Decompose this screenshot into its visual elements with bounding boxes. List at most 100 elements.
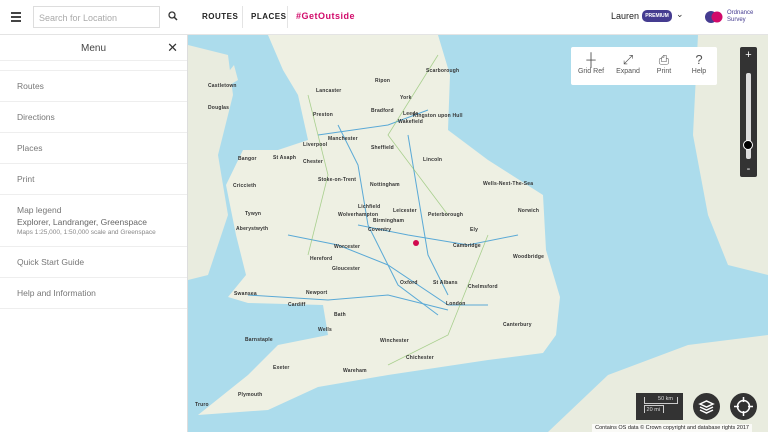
place-label: Ely xyxy=(470,227,479,233)
map-canvas[interactable]: Scarborough Lancaster Ripon York Bradford Lee… xyxy=(188,35,768,432)
place-label: Wareham xyxy=(343,368,367,374)
place-label: Newport xyxy=(306,290,328,296)
nav-getoutside[interactable]: #GetOutside xyxy=(296,11,355,21)
place-label: Lincoln xyxy=(423,157,443,163)
place-label: Criccieth xyxy=(233,183,257,189)
legend-title: Map legend xyxy=(17,205,62,215)
logo-text: Ordnance Survey xyxy=(727,10,754,23)
place-label: Woodbridge xyxy=(513,254,545,260)
side-menu: Menu ✕ Routes Directions Places Print Map… xyxy=(0,35,188,432)
place-label: Manchester xyxy=(328,136,358,142)
place-label: Wells-Next-The-Sea xyxy=(483,181,534,187)
place-label: Cambridge xyxy=(453,243,481,249)
place-label: Gloucester xyxy=(332,266,361,272)
grid-ref-label: Grid Ref xyxy=(577,68,605,75)
place-label: St Albans xyxy=(433,280,458,286)
close-icon[interactable]: ✕ xyxy=(167,40,178,56)
crosshair-icon: ┼ xyxy=(586,52,596,67)
place-label: Chichester xyxy=(406,355,434,361)
legend-subtitle: Explorer, Landranger, Greenspace xyxy=(17,217,147,227)
legend-detail: Maps 1:25,000, 1:50,000 scale and Greens… xyxy=(17,229,156,236)
help-label: Help xyxy=(691,68,707,75)
print-label: Print xyxy=(656,68,672,75)
place-label: Nottingham xyxy=(370,182,400,188)
place-label: Exeter xyxy=(273,365,290,371)
place-label: Tywyn xyxy=(245,211,262,217)
menu-item-directions[interactable]: Directions xyxy=(0,102,187,133)
layers-button[interactable] xyxy=(693,393,720,420)
place-label: Leicester xyxy=(393,208,417,214)
search-input[interactable]: Search for Location xyxy=(33,6,160,28)
menu-item-quick-start[interactable]: Quick Start Guide xyxy=(0,247,187,278)
locate-button[interactable] xyxy=(730,393,757,420)
place-label: Birmingham xyxy=(373,218,405,224)
place-label: Oxford xyxy=(400,280,418,286)
place-label: Sheffield xyxy=(371,145,394,151)
place-label: Chelmsford xyxy=(468,284,498,290)
place-label: Barnstaple xyxy=(245,337,273,343)
chevron-down-icon[interactable]: ⌄ xyxy=(676,9,684,20)
place-label: Winchester xyxy=(380,338,409,344)
printer-icon: ⎙ xyxy=(658,52,670,67)
help-button[interactable]: ? Help xyxy=(681,51,717,75)
location-pin[interactable] xyxy=(413,240,419,246)
print-button[interactable]: ⎙ Print xyxy=(646,51,682,75)
menu-item-routes[interactable]: Routes xyxy=(0,71,187,102)
place-label: Worcester xyxy=(334,244,361,250)
place-label: Norwich xyxy=(518,208,540,214)
expand-button[interactable]: ⤢ Expand xyxy=(610,51,646,75)
place-label: Stoke-on-Trent xyxy=(318,177,357,183)
place-label: Cardiff xyxy=(288,302,306,308)
place-label: Hereford xyxy=(310,256,333,262)
zoom-control: + - xyxy=(740,47,757,177)
place-label: Douglas xyxy=(208,105,230,111)
menu-item-print[interactable]: Print xyxy=(0,164,187,195)
scale-km: 50 km xyxy=(644,396,678,404)
os-logo[interactable]: Ordnance Survey xyxy=(705,9,765,27)
place-label: York xyxy=(400,95,412,101)
zoom-in-button[interactable]: + xyxy=(740,47,757,63)
place-label: Plymouth xyxy=(238,392,263,398)
zoom-slider-handle[interactable] xyxy=(743,140,753,150)
place-label: Truro xyxy=(195,402,209,408)
nav-places[interactable]: PLACES xyxy=(251,12,286,21)
menu-item-help[interactable]: Help and Information xyxy=(0,278,187,309)
user-name[interactable]: Lauren xyxy=(611,11,639,21)
menu-title: Menu xyxy=(80,43,106,54)
copyright-notice: Contains OS data © Crown copyright and d… xyxy=(592,424,752,432)
place-label: Lancaster xyxy=(316,88,342,94)
place-label: Wells xyxy=(318,327,332,333)
place-label: Bath xyxy=(334,312,346,318)
menu-item-places[interactable]: Places xyxy=(0,133,187,164)
premium-badge: PREMIUM xyxy=(642,10,672,22)
search-icon[interactable] xyxy=(168,11,178,21)
place-label: Scarborough xyxy=(426,68,460,74)
question-icon: ? xyxy=(695,52,703,67)
menu-icon[interactable] xyxy=(11,12,21,22)
place-label: Castletown xyxy=(208,83,237,89)
layers-icon xyxy=(698,400,715,414)
place-label: Peterborough xyxy=(428,212,464,218)
place-label: London xyxy=(446,301,466,307)
nav-routes[interactable]: ROUTES xyxy=(202,12,238,21)
place-label: Canterbury xyxy=(503,322,532,328)
place-label: Wakefield xyxy=(398,119,423,125)
place-label: Lichfield xyxy=(358,204,381,210)
place-label: Liverpool xyxy=(303,142,328,148)
zoom-out-button[interactable]: - xyxy=(740,161,757,177)
place-label: Chester xyxy=(303,159,324,165)
scale-mi: 20 mi xyxy=(644,405,664,413)
place-label: Preston xyxy=(313,112,334,118)
menu-item-map-legend[interactable]: Map legend Explorer, Landranger, Greensp… xyxy=(0,195,187,247)
place-label: Aberystwyth xyxy=(236,226,269,232)
scale-bar: 50 km 20 mi xyxy=(636,393,683,420)
place-label: St Asaph xyxy=(273,155,297,161)
place-label: Kingston upon Hull xyxy=(413,113,463,119)
expand-label: Expand xyxy=(616,68,640,75)
place-label: Bradford xyxy=(371,108,394,114)
map-land xyxy=(188,35,768,432)
map-toolbar: ┼ Grid Ref ⤢ Expand ⎙ Print ? Help xyxy=(571,47,717,85)
expand-icon: ⤢ xyxy=(622,52,634,67)
grid-ref-button[interactable]: ┼ Grid Ref xyxy=(573,51,609,75)
top-bar: Search for Location ROUTES PLACES #GetOu… xyxy=(0,0,768,35)
